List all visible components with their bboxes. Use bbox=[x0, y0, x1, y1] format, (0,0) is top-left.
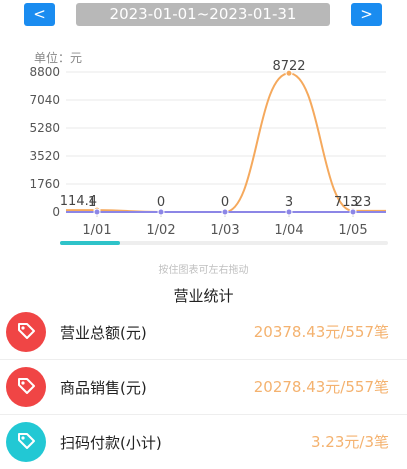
tag-icon bbox=[6, 367, 46, 407]
revenue-line-chart[interactable]: 单位：元8800 7040 5280 3520 1760 0 1/01 1/02 1/03 1/0… bbox=[0, 0, 407, 250]
stat-label: 扫码付款(小计) bbox=[60, 432, 162, 453]
stat-value: 20278.43元/557笔 bbox=[254, 376, 389, 397]
tag-icon bbox=[6, 312, 46, 352]
stat-value: 20378.43元/557笔 bbox=[254, 321, 389, 342]
chart-scrollbar-thumb[interactable] bbox=[60, 241, 120, 245]
y-tick-label: 5280 bbox=[29, 121, 60, 135]
stat-value: 3.23元/3笔 bbox=[311, 431, 389, 452]
y-tick-label: 1760 bbox=[29, 177, 60, 191]
x-tick-label: 1/02 bbox=[146, 223, 175, 238]
data-label: 0 bbox=[157, 195, 165, 210]
tag-icon bbox=[6, 422, 46, 462]
y-tick-label: 3520 bbox=[29, 149, 60, 163]
x-tick-label: 1/05 bbox=[338, 223, 367, 238]
data-label: 3 bbox=[285, 195, 293, 210]
data-label: 3 bbox=[350, 195, 358, 210]
series-line-0 bbox=[66, 73, 386, 212]
stat-row-product-sales[interactable]: 商品销售(元) 20278.43元/557笔 bbox=[0, 360, 407, 415]
stat-row-total-revenue[interactable]: 营业总额(元) 20378.43元/557笔 bbox=[0, 305, 407, 360]
stat-row-scan-payment[interactable]: 扫码付款(小计) 3.23元/3笔 bbox=[0, 415, 407, 469]
y-tick-label: 7040 bbox=[29, 93, 60, 107]
data-label: 0 bbox=[221, 195, 229, 210]
drag-hint: 按住图表可左右拖动 bbox=[0, 261, 407, 276]
y-tick-label: 8800 bbox=[29, 65, 60, 79]
x-tick-label: 1/04 bbox=[274, 223, 303, 238]
data-label: 1 bbox=[88, 195, 96, 210]
stat-label: 营业总额(元) bbox=[60, 322, 147, 343]
unit-label: 单位：元 bbox=[34, 50, 82, 65]
section-title: 营业统计 bbox=[0, 285, 407, 306]
stat-label: 商品销售(元) bbox=[60, 377, 147, 398]
data-label: 8722 bbox=[272, 59, 305, 74]
x-tick-label: 1/03 bbox=[210, 223, 239, 238]
x-tick-label: 1/01 bbox=[82, 223, 111, 238]
